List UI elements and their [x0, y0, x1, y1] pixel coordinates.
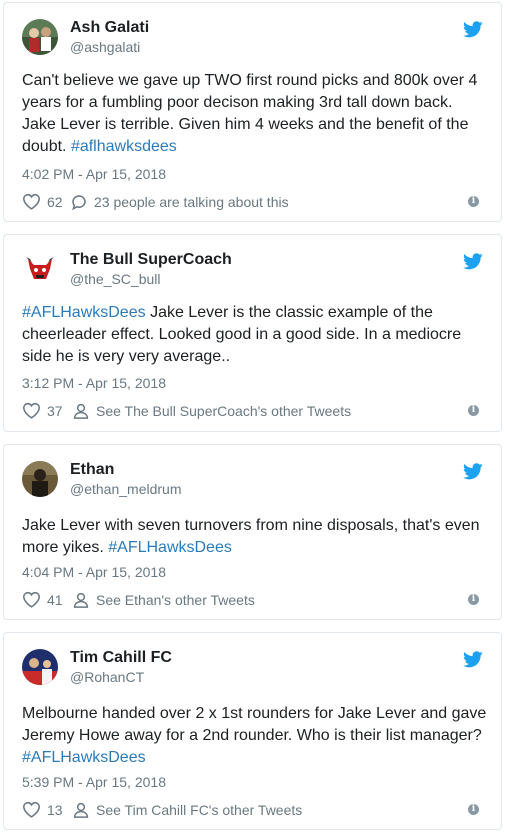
conversation-text: 23 people are talking about this [94, 194, 289, 210]
tweet-body: Jake Lever with seven turnovers from nin… [22, 517, 480, 556]
avatar[interactable] [22, 461, 58, 497]
twitter-bird-icon[interactable] [463, 463, 483, 480]
info-icon[interactable]: i [468, 594, 479, 605]
tweet-header: Tim Cahill FC @RohanCT [22, 649, 483, 689]
like-button[interactable]: 37 [22, 402, 63, 419]
tweet-text: Melbourne handed over 2 x 1st rounders f… [22, 703, 487, 769]
tweet-card[interactable]: Tim Cahill FC @RohanCT Melbourne handed … [3, 632, 502, 830]
profile-link-text: See The Bull SuperCoach's other Tweets [96, 403, 352, 419]
hashtag-link[interactable]: #aflhawksdees [71, 138, 177, 155]
tweet-card[interactable]: Ash Galati @ashgalati Can't believe we g… [3, 2, 502, 222]
tweet-actions: 41 See Ethan's other Tweets i [22, 591, 483, 611]
avatar[interactable] [22, 251, 58, 287]
timestamp-link[interactable]: 4:02 PM - Apr 15, 2018 [22, 166, 166, 182]
twitter-bird-icon[interactable] [463, 253, 483, 270]
heart-icon [22, 801, 41, 818]
like-count: 37 [47, 402, 63, 419]
profile-link[interactable]: See The Bull SuperCoach's other Tweets [72, 402, 351, 420]
user-handle[interactable]: @RohanCT [70, 669, 144, 685]
profile-link-text: See Tim Cahill FC's other Tweets [96, 802, 303, 818]
display-name[interactable]: The Bull SuperCoach [70, 251, 232, 269]
like-count: 41 [47, 591, 63, 608]
person-icon [73, 802, 89, 818]
like-button[interactable]: 62 [22, 193, 63, 210]
heart-icon [22, 591, 41, 608]
like-button[interactable]: 13 [22, 801, 63, 818]
profile-link-text: See Ethan's other Tweets [96, 592, 255, 608]
profile-link[interactable]: See Tim Cahill FC's other Tweets [72, 801, 302, 819]
heart-icon [22, 402, 41, 419]
timestamp-link[interactable]: 4:04 PM - Apr 15, 2018 [22, 564, 166, 580]
display-name[interactable]: Ethan [70, 461, 114, 479]
person-icon [73, 403, 89, 419]
display-name[interactable]: Tim Cahill FC [70, 649, 172, 667]
timestamp-link[interactable]: 5:39 PM - Apr 15, 2018 [22, 774, 166, 790]
info-icon[interactable]: i [468, 196, 479, 207]
tweet-text: Jake Lever with seven turnovers from nin… [22, 515, 487, 559]
tweet-actions: 62 23 people are talking about this i [22, 193, 483, 213]
tweet-header: Ethan @ethan_meldrum [22, 461, 483, 501]
reply-bubble-icon [72, 195, 86, 211]
user-handle[interactable]: @ashgalati [70, 39, 140, 55]
like-button[interactable]: 41 [22, 591, 63, 608]
person-icon [73, 592, 89, 608]
tweet-card[interactable]: The Bull SuperCoach @the_SC_bull #AFLHaw… [3, 234, 502, 432]
like-count: 62 [47, 193, 63, 210]
hashtag-link[interactable]: #AFLHawksDees [108, 539, 232, 556]
hashtag-link[interactable]: #AFLHawksDees [22, 749, 146, 766]
tweet-header: Ash Galati @ashgalati [22, 19, 483, 59]
heart-icon [22, 193, 41, 210]
profile-link[interactable]: See Ethan's other Tweets [72, 591, 255, 609]
conversation-link[interactable]: 23 people are talking about this [70, 193, 289, 211]
tweet-card[interactable]: Ethan @ethan_meldrum Jake Lever with sev… [3, 444, 502, 620]
user-handle[interactable]: @ethan_meldrum [70, 481, 182, 497]
display-name[interactable]: Ash Galati [70, 19, 149, 37]
info-icon[interactable]: i [468, 804, 479, 815]
twitter-bird-icon[interactable] [463, 21, 483, 38]
tweet-actions: 13 See Tim Cahill FC's other Tweets i [22, 801, 483, 821]
like-count: 13 [47, 801, 63, 818]
user-handle[interactable]: @the_SC_bull [70, 271, 161, 287]
tweet-text: #AFLHawksDees Jake Lever is the classic … [22, 302, 487, 368]
hashtag-link[interactable]: #AFLHawksDees [22, 304, 146, 321]
tweet-body: Melbourne handed over 2 x 1st rounders f… [22, 705, 487, 744]
avatar[interactable] [22, 19, 58, 55]
twitter-bird-icon[interactable] [463, 651, 483, 668]
timestamp-link[interactable]: 3:12 PM - Apr 15, 2018 [22, 375, 166, 391]
info-icon[interactable]: i [468, 405, 479, 416]
tweet-header: The Bull SuperCoach @the_SC_bull [22, 251, 483, 291]
tweet-actions: 37 See The Bull SuperCoach's other Tweet… [22, 402, 483, 422]
tweet-text: Can't believe we gave up TWO first round… [22, 70, 487, 158]
avatar[interactable] [22, 649, 58, 685]
tweet-feed: Ash Galati @ashgalati Can't believe we g… [0, 0, 505, 834]
